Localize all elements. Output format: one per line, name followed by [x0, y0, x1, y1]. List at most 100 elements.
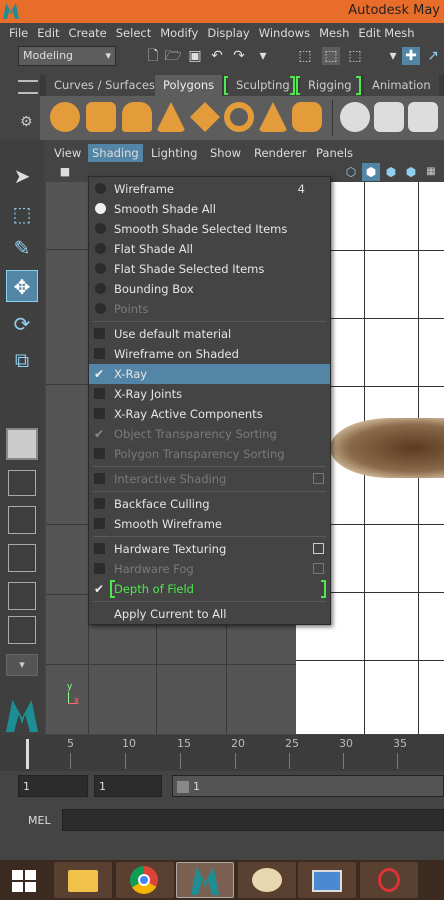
panel-menu-lighting[interactable]: Lighting [151, 146, 197, 160]
poly-plane-icon[interactable] [190, 102, 220, 132]
menu-item-use-default-material[interactable]: Use default material [89, 324, 330, 344]
tab-animation[interactable]: Animation [364, 75, 439, 96]
poly-cube-icon[interactable] [86, 102, 116, 132]
menu-item-wireframe-on-shaded[interactable]: Wireframe on Shaded [89, 344, 330, 364]
single-perspective-layout-icon[interactable] [6, 428, 38, 460]
panel-menu-renderer[interactable]: Renderer [254, 146, 307, 160]
uv-layout-icon[interactable] [8, 616, 36, 644]
move-tool-icon[interactable]: ✥ [6, 270, 38, 302]
snipping-tool-icon[interactable] [360, 862, 418, 898]
current-time-marker[interactable] [26, 739, 29, 769]
wireframe-toggle-icon[interactable]: ⬡ [342, 163, 360, 181]
combine-icon[interactable] [340, 102, 370, 132]
menu-item-smooth-shade-all[interactable]: Smooth Shade All [89, 199, 330, 219]
menu-edit-mesh[interactable]: Edit Mesh [358, 26, 414, 40]
maya-taskbar-icon[interactable] [176, 862, 234, 898]
shadows-toggle-icon[interactable]: ▦ [422, 163, 440, 181]
menu-item-apply-current-to-all[interactable]: Apply Current to All [89, 604, 330, 624]
menu-item-flat-shade-selected[interactable]: Flat Shade Selected Items [89, 259, 330, 279]
undo-icon[interactable]: ↶ [208, 47, 226, 65]
poly-cylinder-icon[interactable] [122, 102, 152, 132]
camera-icon[interactable]: ■ [56, 163, 74, 181]
fur-object[interactable] [330, 418, 444, 478]
time-slider[interactable]: 5 10 15 20 25 30 35 [0, 735, 444, 771]
extract-icon[interactable] [408, 102, 438, 132]
menu-windows[interactable]: Windows [259, 26, 310, 40]
hypershade-layout-icon[interactable] [8, 582, 36, 610]
windows-start-icon[interactable] [12, 870, 36, 892]
paint-icon[interactable] [238, 862, 296, 898]
mel-label[interactable]: MEL [28, 814, 51, 827]
menu-item-x-ray-active-components[interactable]: X-Ray Active Components [89, 404, 330, 424]
menu-item-backface-culling[interactable]: Backface Culling [89, 494, 330, 514]
menu-item-depth-of-field[interactable]: ✔ Depth of Field [89, 579, 330, 599]
menu-modify[interactable]: Modify [160, 26, 198, 40]
paint-select-icon[interactable]: ✎ [6, 232, 38, 264]
select-tool-icon[interactable]: ➤ [6, 160, 38, 192]
four-view-layout-icon[interactable] [8, 470, 36, 496]
menu-item-smooth-wireframe[interactable]: Smooth Wireframe [89, 514, 330, 534]
mel-input[interactable] [62, 809, 444, 831]
save-scene-icon[interactable]: ▣ [186, 47, 204, 65]
panel-menu-panels[interactable]: Panels [316, 146, 353, 160]
menuset-dropdown[interactable]: Modeling ▾ [18, 46, 116, 66]
redo-icon[interactable]: ↷ [230, 47, 248, 65]
menu-display[interactable]: Display [207, 26, 249, 40]
range-bar[interactable]: 1 [172, 775, 444, 797]
option-box-icon[interactable] [313, 543, 324, 554]
new-scene-icon[interactable]: 🗋 [144, 47, 162, 65]
tab-curves-surfaces[interactable]: Curves / Surfaces [46, 75, 163, 96]
panel-menu-show[interactable]: Show [210, 146, 241, 160]
separate-icon[interactable] [374, 102, 404, 132]
select-component-icon[interactable]: ⬚ [346, 47, 364, 65]
scale-tool-icon[interactable]: ⧉ [6, 344, 38, 376]
gear-icon[interactable]: ⚙ [20, 114, 36, 130]
menu-create[interactable]: Create [69, 26, 107, 40]
poly-pyramid-icon[interactable] [258, 102, 288, 132]
poly-torus-icon[interactable] [224, 102, 254, 132]
snap-grid-icon[interactable]: ✚ [402, 47, 420, 65]
shelf-menu-icon[interactable] [18, 80, 38, 94]
tab-rigging[interactable]: Rigging [300, 75, 360, 96]
select-hierarchy-icon[interactable]: ⬚ [296, 47, 314, 65]
chevron-down-icon[interactable]: ▾ [6, 654, 38, 676]
poly-cone-icon[interactable] [156, 102, 186, 132]
menu-item-flat-shade-all[interactable]: Flat Shade All [89, 239, 330, 259]
snap-curve-icon[interactable]: ↗ [424, 47, 442, 65]
menu-item-smooth-shade-selected[interactable]: Smooth Shade Selected Items [89, 219, 330, 239]
file-explorer-icon[interactable] [54, 862, 112, 898]
menu-select[interactable]: Select [116, 26, 151, 40]
poly-sphere-icon[interactable] [50, 102, 80, 132]
textured-toggle-icon[interactable]: ⬢ [382, 163, 400, 181]
graph-layout-icon[interactable] [8, 544, 36, 572]
lighting-toggle-icon[interactable]: ⬢ [402, 163, 420, 181]
open-scene-icon[interactable]: 🗁 [164, 47, 182, 65]
tab-sculpting[interactable]: Sculpting [228, 75, 298, 96]
panel-menu-shading[interactable]: Shading [88, 144, 143, 162]
start-time-field[interactable]: 1 [18, 775, 88, 797]
menu-item-bounding-box[interactable]: Bounding Box [89, 279, 330, 299]
menu-file[interactable]: File [9, 26, 28, 40]
rotate-tool-icon[interactable]: ⟳ [6, 308, 38, 340]
menu-edit[interactable]: Edit [37, 26, 59, 40]
tab-polygons[interactable]: Polygons [155, 75, 223, 96]
smooth-shade-toggle-icon[interactable]: ⬢ [362, 163, 380, 181]
select-object-icon[interactable]: ⬚ [322, 47, 340, 65]
range-handle-icon[interactable] [177, 781, 189, 793]
photos-icon[interactable] [298, 862, 356, 898]
lasso-tool-icon[interactable]: ⬚ [6, 198, 38, 230]
panel-menu-view[interactable]: View [54, 146, 81, 160]
outliner-layout-icon[interactable] [8, 506, 36, 534]
chevron-down-icon[interactable]: ▾ [384, 47, 402, 65]
menu-item-hardware-texturing[interactable]: Hardware Texturing [89, 539, 330, 559]
menu-item-wireframe[interactable]: Wireframe 4 [89, 179, 330, 199]
range-slider: 1 1 1 [0, 771, 444, 805]
checkbox-icon [94, 518, 105, 529]
menu-mesh[interactable]: Mesh [319, 26, 349, 40]
chrome-icon[interactable] [116, 862, 174, 898]
menu-item-x-ray-joints[interactable]: X-Ray Joints [89, 384, 330, 404]
menu-item-x-ray[interactable]: ✔ X-Ray [89, 364, 330, 384]
playback-start-field[interactable]: 1 [94, 775, 162, 797]
poly-pipe-icon[interactable] [292, 102, 322, 132]
chevron-down-icon[interactable]: ▾ [254, 47, 272, 65]
